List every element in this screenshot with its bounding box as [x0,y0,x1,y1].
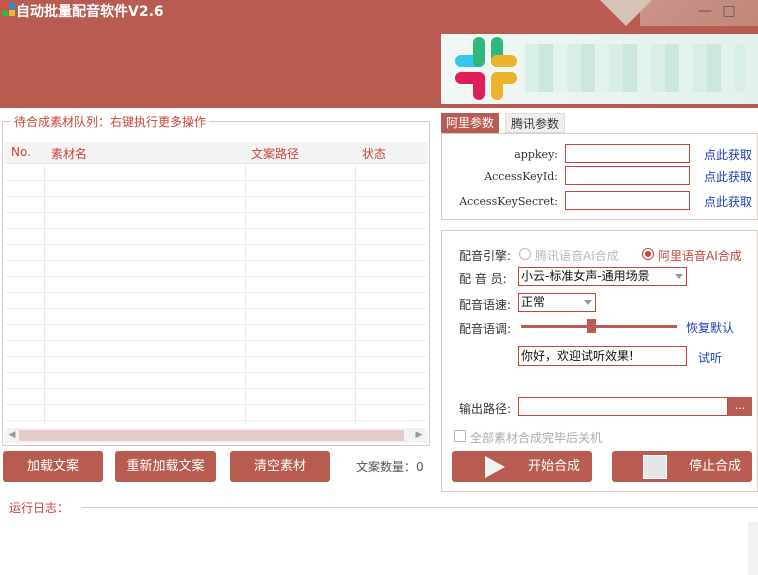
stop-synthesis-label: 停止合成 [689,459,742,474]
log-divider [82,507,758,508]
ali-params-panel: appkey: 点此获取 AccessKeyId: 点此获取 AccessKey… [441,133,758,220]
column-header-status[interactable]: 状态 [362,145,386,162]
shutdown-checkbox[interactable] [454,430,466,442]
browse-button[interactable]: ... [728,397,752,416]
param-tabs: 阿里参数 腾讯参数 [441,113,758,133]
access-key-id-label: AccessKeyId: [484,170,558,183]
start-synthesis-label: 开始合成 [528,459,581,474]
queue-panel[interactable]: 待合成素材队列：右键执行更多操作 No. 素材名 文案路径 状态 ◀ ▶ [2,113,430,446]
test-text-input[interactable]: 你好，欢迎试听效果! [518,346,687,366]
appkey-label: appkey: [514,148,558,161]
access-key-secret-get-link[interactable]: 点此获取 [704,193,752,210]
access-key-secret-label: AccessKeySecret: [459,195,558,208]
output-path-label: 输出路径: [459,402,512,416]
chevron-down-icon [584,300,592,305]
queue-table-header: No. 素材名 文案路径 状态 [5,142,427,164]
maximize-icon[interactable]: □ [720,2,738,20]
column-header-material[interactable]: 素材名 [51,145,87,162]
horizontal-scrollbar[interactable]: ◀ ▶ [5,428,427,443]
voice-settings-panel: 配音引擎: 腾讯语音AI合成 阿里语音AI合成 配 音 员: 小云-标准女声-通… [441,230,758,492]
stop-synthesis-button[interactable]: 停止合成 [612,451,752,482]
window-title: 自动批量配音软件V2.6 [16,4,164,20]
voice-actor-label: 配 音 员: [459,272,507,286]
scroll-right-arrow-icon[interactable]: ▶ [413,429,425,442]
voice-actor-select[interactable]: 小云-标准女声-通用场景 [518,267,687,286]
load-script-button[interactable]: 加载文案 [3,451,103,482]
reload-script-button[interactable]: 重新加载文案 [115,451,216,482]
title-bar: 自动批量配音软件V2.6 — □ [0,0,758,108]
access-key-id-get-link[interactable]: 点此获取 [704,168,752,185]
shutdown-checkbox-label[interactable]: 全部素材合成完毕后关机 [470,429,602,446]
speed-value: 正常 [521,295,546,309]
engine-option-tencent-label[interactable]: 腾讯语音AI合成 [535,247,619,264]
start-synthesis-button[interactable]: 开始合成 [452,451,592,482]
pitch-slider-track[interactable] [521,325,677,328]
column-header-path[interactable]: 文案路径 [251,145,299,162]
column-divider [44,165,45,425]
clear-materials-button[interactable]: 清空素材 [230,451,330,482]
speed-select[interactable]: 正常 [518,293,596,312]
log-label: 运行日志： [9,501,70,515]
title-bar-triangle [600,0,652,26]
speed-label: 配音语速: [459,298,512,312]
slack-logo-icon [455,37,517,100]
play-icon [485,456,505,478]
pitch-slider-thumb[interactable] [586,319,596,333]
script-count-label: 文案数量：0 [356,460,424,474]
queue-table-body[interactable] [5,165,427,425]
chevron-down-icon [675,274,683,279]
test-listen-link[interactable]: 试听 [698,349,722,366]
scroll-left-arrow-icon[interactable]: ◀ [6,429,18,442]
log-scrollbar[interactable] [748,522,758,575]
output-path-input[interactable] [518,397,728,416]
column-divider [245,165,246,425]
tab-ali-params[interactable]: 阿里参数 [441,113,500,133]
engine-option-ali-label[interactable]: 阿里语音AI合成 [658,247,742,264]
app-icon [2,3,15,16]
stop-icon [643,455,667,479]
tab-tencent-params[interactable]: 腾讯参数 [505,113,566,133]
banner-ad[interactable] [441,34,758,104]
column-header-no[interactable]: No. [11,145,31,159]
appkey-input[interactable] [565,144,690,163]
banner-blurred-text [525,44,745,92]
column-divider [355,165,356,425]
engine-radio-ali[interactable] [642,248,654,260]
pitch-label: 配音语调: [459,322,512,336]
access-key-secret-input[interactable] [565,191,690,210]
access-key-id-input[interactable] [565,166,690,185]
engine-radio-tencent[interactable] [519,248,531,260]
voice-actor-value: 小云-标准女声-通用场景 [521,269,650,283]
queue-legend: 待合成素材队列：右键执行更多操作 [11,113,210,130]
reset-default-link[interactable]: 恢复默认 [686,319,734,336]
minimize-icon[interactable]: — [696,2,714,20]
engine-label: 配音引擎: [459,249,512,263]
scrollbar-thumb[interactable] [19,430,404,441]
appkey-get-link[interactable]: 点此获取 [704,146,752,163]
